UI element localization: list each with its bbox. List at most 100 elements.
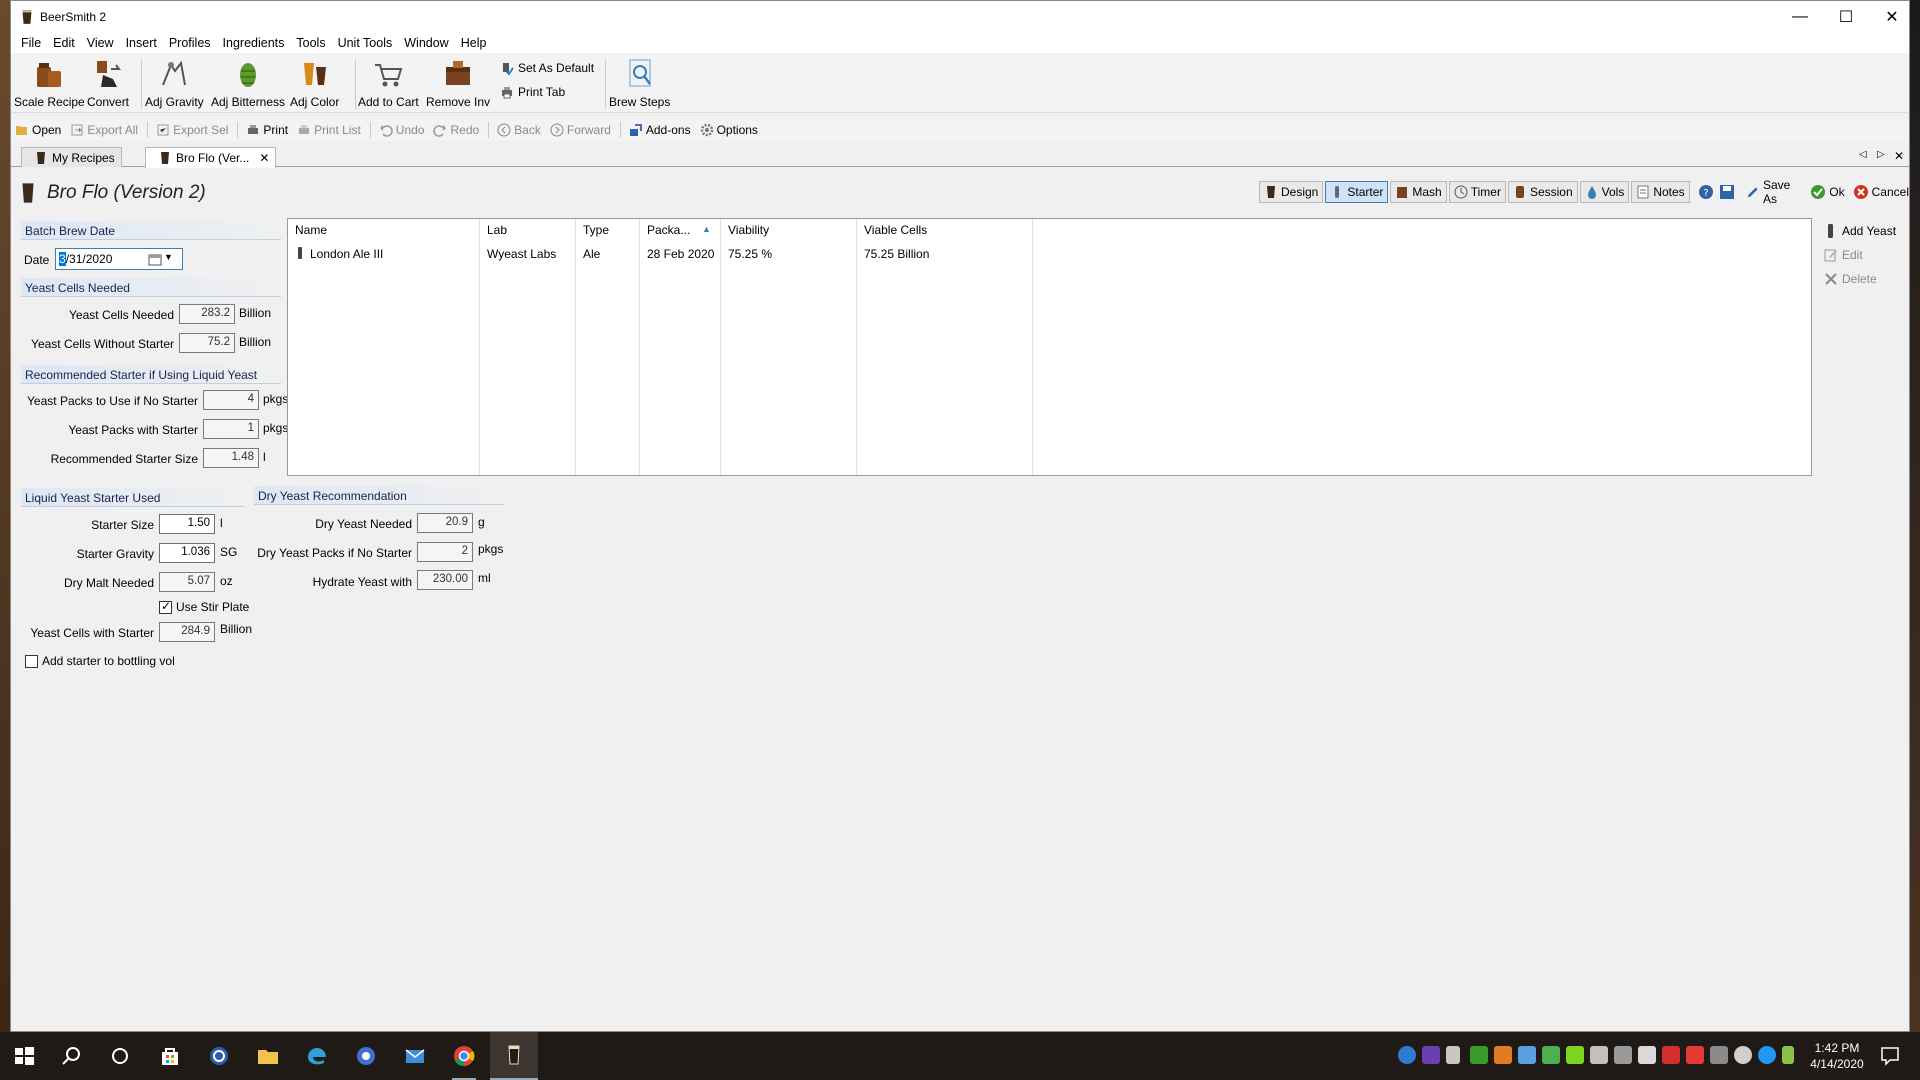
vols-view-button[interactable]: Vols [1579,181,1630,203]
remove-inv-button[interactable]: Remove Inv [426,57,490,109]
tray-app-icon[interactable] [1398,1046,1416,1064]
add-to-cart-button[interactable]: Add to Cart [358,57,419,109]
help-button[interactable]: ? [1698,184,1717,200]
set-as-default-button[interactable]: Set As Default [500,61,594,75]
brew-date-picker[interactable]: 3/31/2020 ▼ [55,248,183,270]
taskbar-clock[interactable]: 1:42 PM 4/14/2020 [1806,1040,1868,1072]
tray-app-icon[interactable] [1758,1046,1776,1064]
column-header-lab[interactable]: Lab [487,223,507,237]
export-sel-button[interactable]: Export Sel [156,123,228,137]
menu-profiles[interactable]: Profiles [163,36,217,50]
timer-view-button[interactable]: Timer [1448,181,1506,203]
delete-yeast-button[interactable]: Delete [1823,271,1877,287]
save-button[interactable] [1719,184,1738,200]
beersmith-taskbar-button[interactable] [490,1032,538,1080]
menu-file[interactable]: File [15,36,47,50]
options-button[interactable]: Options [700,123,758,137]
convert-button[interactable]: Convert [87,57,129,109]
chevron-down-icon[interactable]: ▼ [164,252,173,262]
minimize-button[interactable]: — [1777,1,1823,33]
water-drop-icon [1587,186,1596,199]
column-header-viable-cells[interactable]: Viable Cells [864,223,927,237]
undo-button[interactable]: Undo [379,123,424,137]
onedrive-cloud-icon[interactable] [1734,1046,1752,1064]
menu-tools[interactable]: Tools [290,36,331,50]
tray-app-icon[interactable] [1566,1046,1584,1064]
tab-prev-icon[interactable]: ◁ [1859,149,1867,160]
cancel-button[interactable]: Cancel [1853,184,1909,200]
tab-bro-flo[interactable]: Bro Flo (Ver... ✕ [145,147,277,168]
menu-insert[interactable]: Insert [120,36,163,50]
save-as-button[interactable]: Save As [1746,178,1803,206]
addons-button[interactable]: Add-ons [629,123,691,137]
sync-app-taskbar-button[interactable] [203,1040,235,1072]
print-tab-button[interactable]: Print Tab [500,85,565,99]
menu-help[interactable]: Help [455,36,493,50]
search-button[interactable] [56,1040,88,1072]
tab-close-icon[interactable]: ✕ [259,151,269,165]
start-button[interactable] [8,1040,40,1072]
tray-app-icon[interactable] [1422,1046,1440,1064]
ribbon-separator [605,59,606,109]
cortana-button[interactable] [104,1040,136,1072]
chrome-taskbar-button[interactable] [448,1040,480,1080]
tray-app-icon[interactable] [1494,1046,1512,1064]
tab-next-icon[interactable]: ▷ [1877,149,1885,160]
store-taskbar-button[interactable] [154,1040,186,1072]
tray-app-icon[interactable] [1542,1046,1560,1064]
close-button[interactable]: ✕ [1869,1,1915,33]
scale-recipe-button[interactable]: Scale Recipe [14,57,85,109]
open-button[interactable]: Open [15,123,61,137]
maximize-button[interactable]: ☐ [1823,1,1869,33]
starter-gravity-input[interactable]: 1.036 [159,543,215,563]
tab-my-recipes[interactable]: My Recipes [21,147,122,167]
tray-app-icon[interactable] [1686,1046,1704,1064]
starter-view-button[interactable]: Starter [1325,181,1389,203]
menu-ingredients[interactable]: Ingredients [217,36,291,50]
tray-app-icon[interactable] [1614,1046,1632,1064]
add-starter-to-bottling-checkbox[interactable]: Add starter to bottling vol [25,654,175,668]
session-view-button[interactable]: Session [1507,181,1578,203]
edit-yeast-button[interactable]: Edit [1823,247,1863,263]
notes-view-button[interactable]: Notes [1631,181,1690,203]
calendar-icon[interactable] [148,253,162,266]
browser-taskbar-button[interactable] [350,1040,382,1072]
brew-steps-button[interactable]: Brew Steps [609,57,670,109]
file-explorer-taskbar-button[interactable] [252,1040,284,1072]
use-stir-plate-checkbox[interactable]: Use Stir Plate [159,599,249,614]
mash-view-button[interactable]: Mash [1390,181,1447,203]
export-all-button[interactable]: Export All [70,123,138,137]
tray-app-icon[interactable] [1710,1046,1728,1064]
column-header-package[interactable]: Packa... [647,223,690,237]
redo-button[interactable]: Redo [433,123,479,137]
edge-taskbar-button[interactable] [301,1040,333,1072]
notification-center-icon[interactable] [1878,1044,1902,1068]
back-button[interactable]: Back [497,123,541,137]
starter-size-input[interactable]: 1.50 [159,514,215,534]
print-list-button[interactable]: Print List [297,123,361,137]
adj-gravity-button[interactable]: Adj Gravity [145,57,204,109]
column-header-viability[interactable]: Viability [728,223,769,237]
tray-app-icon[interactable] [1782,1046,1794,1064]
column-header-type[interactable]: Type [583,223,609,237]
tray-app-icon[interactable] [1638,1046,1656,1064]
tray-app-icon[interactable] [1590,1046,1608,1064]
tray-app-icon[interactable] [1662,1046,1680,1064]
menu-unit-tools[interactable]: Unit Tools [332,36,399,50]
adj-color-button[interactable]: Adj Color [290,57,339,109]
tray-app-icon[interactable] [1518,1046,1536,1064]
ok-button[interactable]: Ok [1810,184,1845,200]
tray-app-icon[interactable] [1470,1046,1488,1064]
add-yeast-button[interactable]: Add Yeast [1823,223,1896,239]
design-view-button[interactable]: Design [1259,181,1324,203]
print-button[interactable]: Print [246,123,288,137]
adj-bitterness-button[interactable]: Adj Bitterness [211,57,285,109]
mail-taskbar-button[interactable] [399,1040,431,1072]
menu-window[interactable]: Window [398,36,454,50]
menu-edit[interactable]: Edit [47,36,81,50]
menu-view[interactable]: View [81,36,120,50]
forward-button[interactable]: Forward [550,123,611,137]
tray-app-icon[interactable] [1446,1046,1460,1064]
tab-strip-close-icon[interactable]: ✕ [1894,149,1904,163]
column-header-name[interactable]: Name [295,223,327,237]
